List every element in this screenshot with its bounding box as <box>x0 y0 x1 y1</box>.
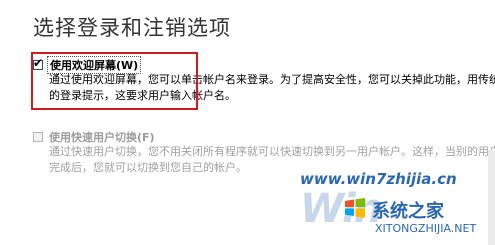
windows-flag-icon <box>345 198 365 218</box>
page-title: 选择登录和注销选项 <box>33 16 231 40</box>
watermark-url: www.win7zhijia.cn <box>300 170 457 188</box>
scrollbar-edge <box>488 150 495 245</box>
fast-user-switching-label: 使用快速用户切换(F) <box>49 131 155 144</box>
highlight-box <box>31 52 198 110</box>
watermark-sub: XITONGZHIJIA.NET <box>375 222 477 235</box>
watermark-big-text: Win <box>300 186 382 232</box>
fast-user-switching-checkbox <box>33 132 43 142</box>
watermark-brand: 系统之家 <box>372 201 444 222</box>
